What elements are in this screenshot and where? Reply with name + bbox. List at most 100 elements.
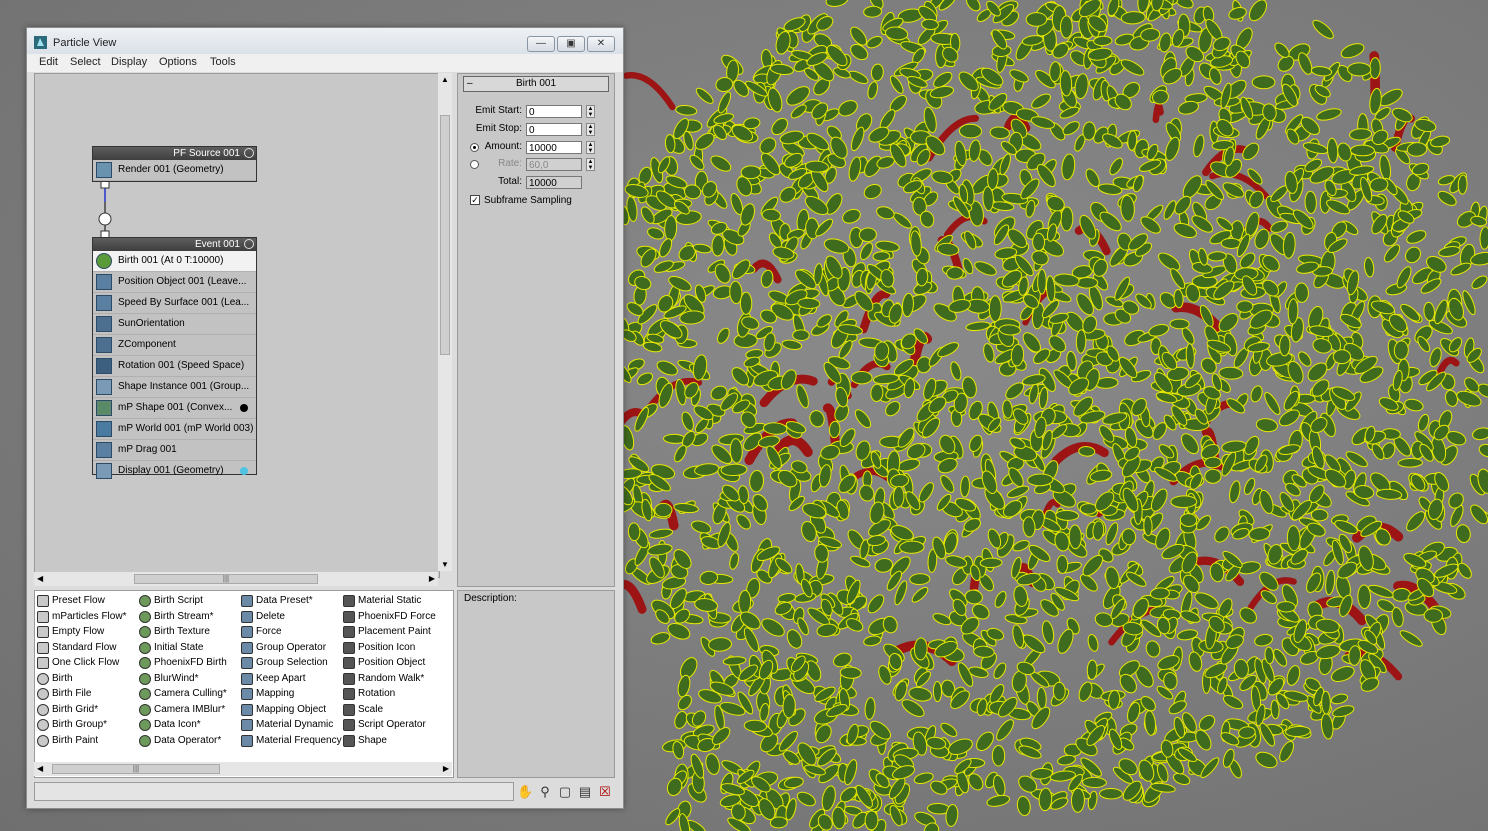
leaf — [1068, 524, 1082, 550]
leaf — [1055, 510, 1080, 521]
leaf — [848, 70, 869, 84]
leaf — [1406, 511, 1426, 532]
leaf — [994, 590, 1007, 608]
leaf — [918, 482, 934, 503]
particle-graph-area[interactable]: PF Source 001 Render 001 (Geometry) Even… — [34, 73, 440, 578]
leaf — [1438, 246, 1461, 258]
leaf — [1012, 624, 1025, 648]
zoom-extents-icon[interactable]: ▤ — [577, 784, 593, 800]
pin-icon[interactable] — [244, 239, 254, 249]
menu-select[interactable]: Select — [70, 56, 101, 68]
operator-speed-by-surface[interactable]: Speed By Surface 001 (Lea... — [93, 293, 256, 314]
leaf — [913, 637, 928, 661]
leaf — [674, 444, 687, 463]
pin-icon[interactable] — [244, 148, 254, 158]
amount-radio[interactable] — [470, 143, 479, 152]
leaf — [867, 594, 885, 614]
menu-tools[interactable]: Tools — [210, 56, 236, 68]
operator-icon — [241, 595, 253, 607]
operator-icon — [139, 595, 151, 607]
operator-display[interactable]: Display 001 (Geometry) — [93, 461, 256, 481]
scroll-thumb[interactable] — [440, 115, 450, 355]
zoom-icon[interactable]: ⚲ — [537, 784, 553, 800]
scroll-left-icon[interactable]: ◀ — [37, 574, 43, 583]
collapse-icon[interactable]: – — [467, 77, 473, 91]
render-operator[interactable]: Render 001 (Geometry) — [93, 160, 256, 181]
leaf — [809, 410, 825, 428]
operator-shape-instance[interactable]: Shape Instance 001 (Group... — [93, 377, 256, 398]
leaf — [858, 227, 877, 243]
leaf — [1282, 231, 1296, 259]
spinner-icon[interactable]: ▲ ▼ — [586, 123, 595, 136]
rate-radio[interactable] — [470, 160, 479, 169]
rate-field[interactable]: 60,0 — [526, 158, 582, 171]
graph-vertical-scrollbar[interactable]: ▲ ▼ — [438, 73, 452, 571]
spinner-icon[interactable]: ▲ ▼ — [586, 141, 595, 154]
operator-icon — [139, 703, 151, 716]
scroll-thumb[interactable]: ||| — [134, 574, 318, 584]
operator-mp-drag[interactable]: mP Drag 001 — [93, 440, 256, 461]
scroll-thumb[interactable]: ||| — [52, 764, 220, 774]
spinner-icon[interactable]: ▲ ▼ — [586, 105, 595, 118]
zoom-region-icon[interactable]: ▢ — [557, 784, 573, 800]
depot-item-label: Group Operator — [256, 641, 327, 653]
status-dot-cyan — [240, 467, 248, 475]
leaf — [1340, 43, 1365, 59]
leaf — [850, 371, 873, 385]
pan-hand-icon[interactable]: ✋ — [517, 784, 533, 800]
data-operator-icon — [96, 337, 112, 353]
leaf — [1470, 504, 1488, 525]
rollout-header[interactable]: – Birth 001 — [463, 76, 609, 92]
leaf — [1399, 630, 1423, 647]
operator-rotation[interactable]: Rotation 001 (Speed Space) — [93, 356, 256, 377]
operator-position-object[interactable]: Position Object 001 (Leave... — [93, 272, 256, 293]
menu-edit[interactable]: Edit — [39, 56, 58, 68]
viewport-foliage[interactable] — [622, 0, 1488, 831]
graph-horizontal-scrollbar[interactable]: ◀ ||| ▶ — [34, 572, 438, 586]
operator-icon — [241, 703, 253, 716]
operator-birth[interactable]: Birth 001 (At 0 T:10000) — [93, 251, 256, 272]
depot-item-label: Birth Script — [154, 595, 203, 606]
leaf — [1239, 607, 1257, 624]
spinner-icon[interactable]: ▲ ▼ — [586, 158, 595, 171]
leaf — [991, 744, 1006, 767]
operator-icon — [139, 688, 151, 700]
leaf — [1423, 608, 1443, 623]
depot-horizontal-scrollbar[interactable]: ◀ ||| ▶ — [34, 762, 452, 776]
operator-icon — [241, 641, 253, 654]
operator-mp-world[interactable]: mP World 001 (mP World 003) — [93, 419, 256, 440]
close-icon[interactable]: ✕ — [587, 36, 615, 52]
scroll-right-icon[interactable]: ▶ — [429, 574, 435, 583]
leaf — [1060, 15, 1073, 39]
emit-start-field[interactable]: 0 — [526, 105, 582, 118]
scroll-up-icon[interactable]: ▲ — [441, 75, 449, 84]
operator-icon — [37, 734, 49, 747]
event-node[interactable]: Event 001 Birth 001 (At 0 T:10000) Posit… — [92, 237, 257, 479]
scroll-left-icon[interactable]: ◀ — [37, 764, 43, 773]
leaf — [1478, 443, 1488, 458]
leaf — [876, 206, 895, 220]
emit-stop-field[interactable]: 0 — [526, 123, 582, 136]
operator-zcomponent[interactable]: ZComponent — [93, 335, 256, 356]
menu-display[interactable]: Display — [111, 56, 147, 68]
leaf — [1312, 19, 1334, 39]
no-draw-icon[interactable]: ☒ — [597, 784, 613, 800]
operator-icon — [343, 595, 355, 607]
operator-label: Display 001 (Geometry) — [118, 465, 224, 476]
operator-sun-orientation[interactable]: SunOrientation — [93, 314, 256, 335]
operator-label: Speed By Surface 001 (Lea... — [118, 297, 250, 308]
scroll-down-icon[interactable]: ▼ — [441, 560, 449, 569]
depot-item-label: Birth Group* — [52, 719, 108, 730]
leaf — [1294, 282, 1309, 303]
menu-options[interactable]: Options — [159, 56, 197, 68]
scroll-right-icon[interactable]: ▶ — [443, 764, 449, 773]
leaf — [1170, 495, 1198, 509]
leaf — [1070, 787, 1085, 813]
amount-field[interactable]: 10000 — [526, 141, 582, 154]
operator-mp-shape[interactable]: mP Shape 001 (Convex... — [93, 398, 256, 419]
leaf — [1061, 153, 1076, 181]
pf-source-node[interactable]: PF Source 001 Render 001 (Geometry) — [92, 146, 257, 182]
maximize-icon[interactable]: ▣ — [557, 36, 585, 52]
minimize-icon[interactable]: — — [527, 36, 555, 52]
subframe-checkbox[interactable]: ✓ — [470, 195, 480, 205]
